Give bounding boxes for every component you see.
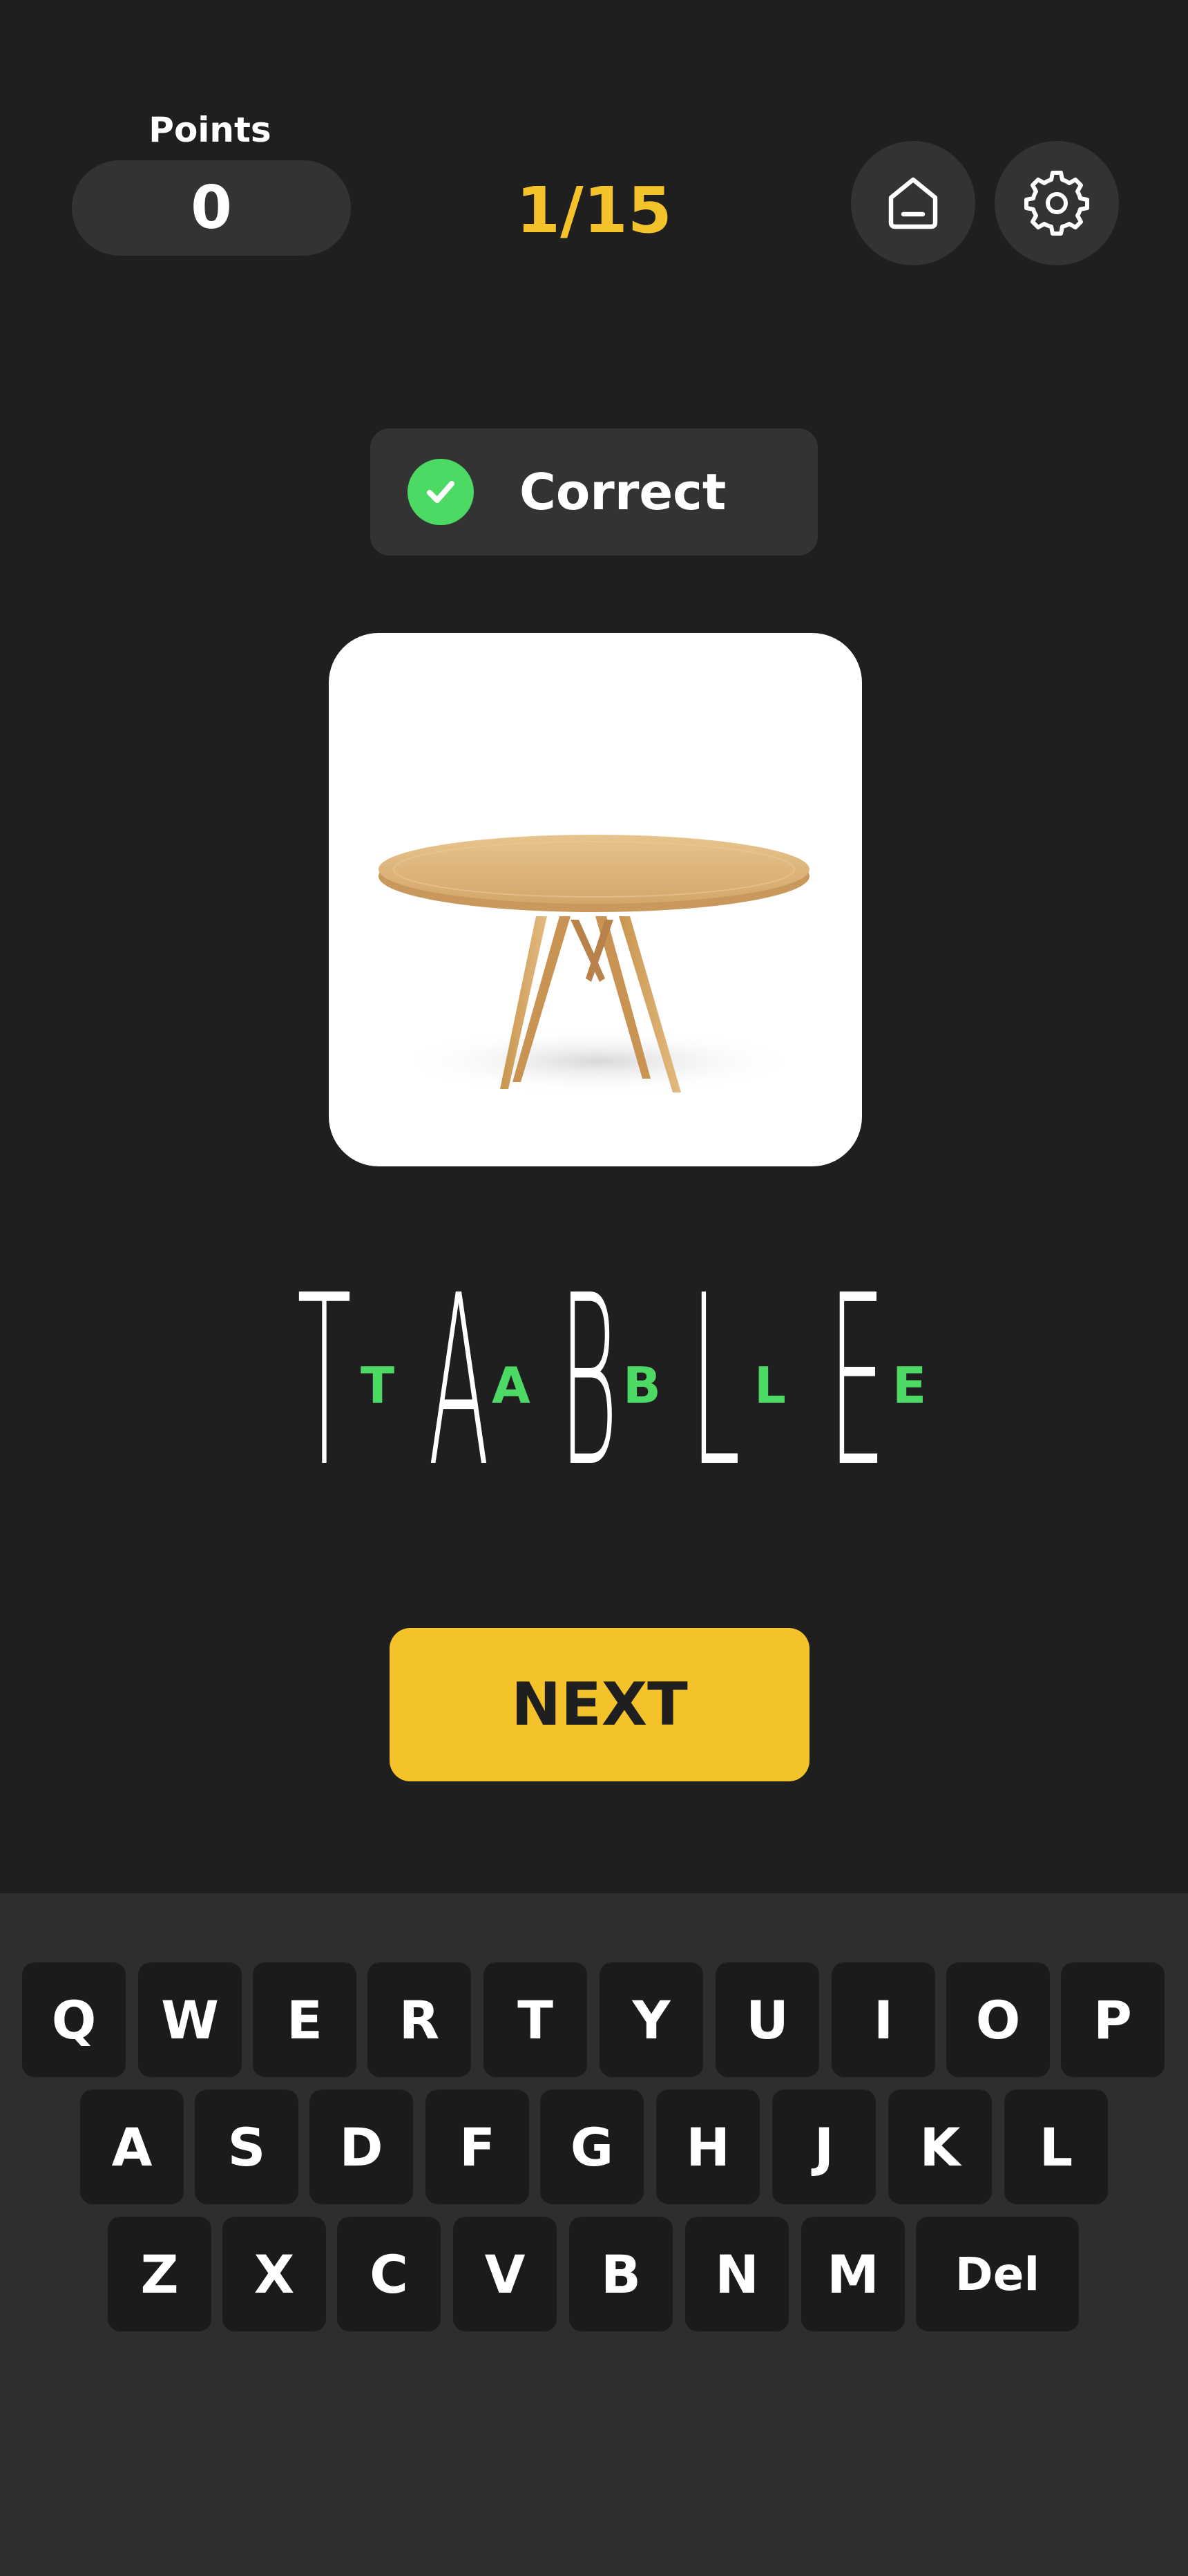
gear-icon	[1024, 171, 1089, 236]
key-z[interactable]: Z	[108, 2217, 211, 2331]
slot-outline-letter: E	[829, 1245, 885, 1519]
key-n[interactable]: N	[685, 2217, 789, 2331]
level-progress: 1/15	[516, 173, 672, 247]
answer-slot: E E	[829, 1245, 960, 1519]
home-icon	[888, 177, 938, 229]
key-d[interactable]: D	[309, 2090, 413, 2204]
key-r[interactable]: R	[367, 1962, 471, 2077]
key-h[interactable]: H	[656, 2090, 760, 2204]
key-s[interactable]: S	[195, 2090, 298, 2204]
key-g[interactable]: G	[540, 2090, 644, 2204]
slot-guessed-letter: E	[892, 1356, 927, 1414]
key-x[interactable]: X	[222, 2217, 326, 2331]
points-value: 0	[72, 160, 351, 256]
answer-slot: L L	[691, 1245, 822, 1519]
puzzle-image	[329, 633, 862, 1166]
keyboard-row-2: A S D F G H J K L	[0, 2090, 1188, 2204]
key-u[interactable]: U	[716, 1962, 819, 2077]
status-label: Correct	[519, 463, 727, 521]
key-i[interactable]: I	[832, 1962, 935, 2077]
keyboard-row-3: Z X C V B N M Del	[0, 2217, 1188, 2331]
key-o[interactable]: O	[946, 1962, 1050, 2077]
letter-keyboard: Q W E R T Y U I O P A S D F G H J K L Z …	[0, 1893, 1188, 2576]
answer-slot: T T	[297, 1245, 428, 1519]
slot-outline-letter: T	[297, 1245, 352, 1519]
key-f[interactable]: F	[425, 2090, 529, 2204]
home-button[interactable]	[851, 141, 975, 265]
slot-outline-letter: B	[559, 1245, 618, 1519]
check-circle-icon	[408, 459, 474, 525]
slot-guessed-letter: T	[361, 1356, 395, 1414]
table-illustration	[379, 835, 809, 1095]
key-v[interactable]: V	[453, 2217, 557, 2331]
key-b[interactable]: B	[569, 2217, 673, 2331]
slot-guessed-letter: A	[492, 1356, 530, 1414]
key-c[interactable]: C	[337, 2217, 441, 2331]
settings-button[interactable]	[995, 141, 1119, 265]
key-a[interactable]: A	[80, 2090, 184, 2204]
key-e[interactable]: E	[253, 1962, 356, 2077]
key-m[interactable]: M	[801, 2217, 905, 2331]
slot-outline-letter: L	[691, 1245, 740, 1519]
key-q[interactable]: Q	[22, 1962, 126, 2077]
key-k[interactable]: K	[888, 2090, 992, 2204]
answer-slot: B B	[559, 1245, 691, 1519]
answer-slot: A A	[428, 1245, 559, 1519]
next-button[interactable]: NEXT	[390, 1628, 809, 1781]
game-screen: Points 0 1/15 Correct T T A A B B L L E …	[0, 0, 1188, 2576]
slot-guessed-letter: L	[754, 1356, 786, 1414]
slot-guessed-letter: B	[623, 1356, 661, 1414]
answer-word: T T A A B B L L E E	[297, 1245, 960, 1519]
points-label: Points	[148, 110, 271, 150]
slot-outline-letter: A	[428, 1245, 490, 1519]
key-w[interactable]: W	[138, 1962, 242, 2077]
keyboard-row-1: Q W E R T Y U I O P	[0, 1962, 1188, 2077]
key-t[interactable]: T	[483, 1962, 587, 2077]
key-l[interactable]: L	[1004, 2090, 1108, 2204]
correct-status-badge: Correct	[370, 428, 818, 556]
delete-key[interactable]: Del	[916, 2217, 1079, 2331]
key-j[interactable]: J	[772, 2090, 876, 2204]
key-y[interactable]: Y	[600, 1962, 703, 2077]
key-p[interactable]: P	[1061, 1962, 1165, 2077]
